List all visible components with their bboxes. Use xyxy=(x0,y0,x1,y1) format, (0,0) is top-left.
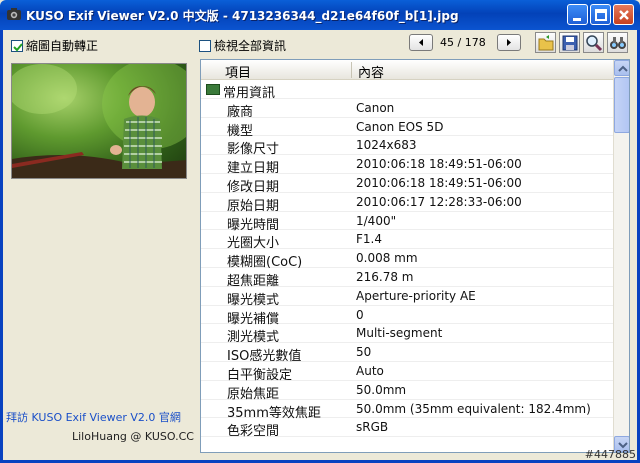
column-header-content[interactable]: 內容 xyxy=(358,62,384,81)
row-value: 2010:06:18 18:49:51-06:00 xyxy=(356,175,522,190)
auto-rotate-checkbox[interactable]: 縮圖自動轉正 xyxy=(11,37,98,54)
window-title: KUSO Exif Viewer V2.0 中文版 - 4713236344_d… xyxy=(26,9,459,23)
row-value: Multi-segment xyxy=(356,326,443,341)
photo-thumbnail xyxy=(11,63,187,179)
row-value: 2010:06:18 18:49:51-06:00 xyxy=(356,157,522,172)
image-group-icon xyxy=(206,84,220,95)
table-row[interactable]: 廠商 Canon xyxy=(201,99,615,120)
table-header: 項目 內容 xyxy=(201,60,615,81)
column-header-item[interactable]: 項目 xyxy=(225,62,251,81)
row-value: 1/400" xyxy=(356,213,397,228)
close-button[interactable] xyxy=(613,4,634,25)
magnifier-icon xyxy=(586,35,603,52)
table-row[interactable]: ISO感光數值 50 xyxy=(201,343,615,364)
scroll-thumb[interactable] xyxy=(614,77,629,133)
watermark: #447885 xyxy=(584,448,636,461)
row-value: sRGB xyxy=(356,420,389,435)
group-row[interactable]: 常用資訊 xyxy=(201,80,615,101)
auto-rotate-label: 縮圖自動轉正 xyxy=(26,39,99,53)
table-row[interactable]: 曝光時間 1/400" xyxy=(201,212,615,233)
row-value: Canon xyxy=(356,100,395,115)
table-row[interactable]: 白平衡設定 Auto xyxy=(201,362,615,383)
table-row[interactable]: 光圈大小 F1.4 xyxy=(201,230,615,251)
search-tool-button[interactable] xyxy=(607,32,628,53)
image-counter: 45 / 178 xyxy=(440,36,486,49)
table-row[interactable]: 原始焦距 50.0mm xyxy=(201,381,615,402)
open-folder-icon xyxy=(538,35,554,51)
row-value: F1.4 xyxy=(356,232,382,247)
table-row[interactable]: 曝光補償 0 xyxy=(201,306,615,327)
table-row[interactable]: 建立日期 2010:06:18 18:49:51-06:00 xyxy=(201,155,615,176)
next-button[interactable] xyxy=(497,34,521,51)
minimize-button[interactable] xyxy=(567,4,588,25)
row-value: 0.008 mm xyxy=(356,251,418,266)
row-value: 50.0mm (35mm equivalent: 182.4mm) xyxy=(356,401,591,416)
checkbox-box[interactable] xyxy=(11,39,23,52)
row-value: Canon EOS 5D xyxy=(356,119,444,134)
table-row[interactable]: 35mm等效焦距 50.0mm (35mm equivalent: 182.4mm… xyxy=(201,400,615,421)
maximize-button[interactable] xyxy=(590,4,611,25)
author-credit: LiloHuang @ KUSO.CC xyxy=(72,430,194,443)
row-value: 1024x683 xyxy=(356,138,417,153)
column-divider[interactable] xyxy=(351,62,352,78)
zoom-button[interactable] xyxy=(583,32,604,53)
table-row[interactable]: 曝光模式 Aperture-priority AE xyxy=(201,287,615,308)
table-row[interactable]: 影像尺寸 1024x683 xyxy=(201,136,615,157)
row-value: 216.78 m xyxy=(356,269,414,284)
table-body: 常用資訊 廠商 Canon 機型 Canon EOS 5D 影像尺寸 1024x683 建立… xyxy=(201,80,615,440)
open-folder-button[interactable] xyxy=(535,32,556,53)
table-row[interactable]: 修改日期 2010:06:18 18:49:51-06:00 xyxy=(201,174,615,195)
previous-button[interactable] xyxy=(409,34,433,51)
table-row[interactable]: 超焦距離 216.78 m xyxy=(201,268,615,289)
checkbox-box[interactable] xyxy=(199,39,211,52)
save-button[interactable] xyxy=(559,32,580,53)
row-value: Aperture-priority AE xyxy=(356,288,476,303)
visit-website-link[interactable]: 拜訪 KUSO Exif Viewer V2.0 官網 xyxy=(6,409,181,425)
save-icon xyxy=(562,35,578,51)
vertical-scrollbar[interactable] xyxy=(613,60,629,452)
camera-app-icon xyxy=(6,7,22,21)
exif-table: 項目 內容 常用資訊 廠商 Canon 機型 Canon EOS 5D 影像尺寸 1024… xyxy=(200,59,630,453)
row-value: 2010:06:17 12:28:33-06:00 xyxy=(356,194,522,209)
table-row[interactable]: 色彩空間 sRGB xyxy=(201,418,615,440)
binoculars-icon xyxy=(610,37,626,49)
table-row[interactable]: 模糊圈(CoC) 0.008 mm xyxy=(201,249,615,270)
row-value: 50 xyxy=(356,345,372,360)
row-value: 50.0mm xyxy=(356,382,407,397)
scroll-up-button[interactable] xyxy=(614,60,629,76)
show-all-checkbox[interactable]: 檢視全部資訊 xyxy=(199,37,286,54)
row-value: 0 xyxy=(356,307,364,322)
table-row[interactable]: 機型 Canon EOS 5D xyxy=(201,118,615,139)
title-bar[interactable]: KUSO Exif Viewer V2.0 中文版 - 4713236344_d… xyxy=(0,0,640,30)
row-value: Auto xyxy=(356,363,384,378)
show-all-label: 檢視全部資訊 xyxy=(214,39,287,53)
row-key: 色彩空間 xyxy=(227,424,280,440)
table-row[interactable]: 原始日期 2010:06:17 12:28:33-06:00 xyxy=(201,193,615,214)
table-row[interactable]: 測光模式 Multi-segment xyxy=(201,324,615,345)
